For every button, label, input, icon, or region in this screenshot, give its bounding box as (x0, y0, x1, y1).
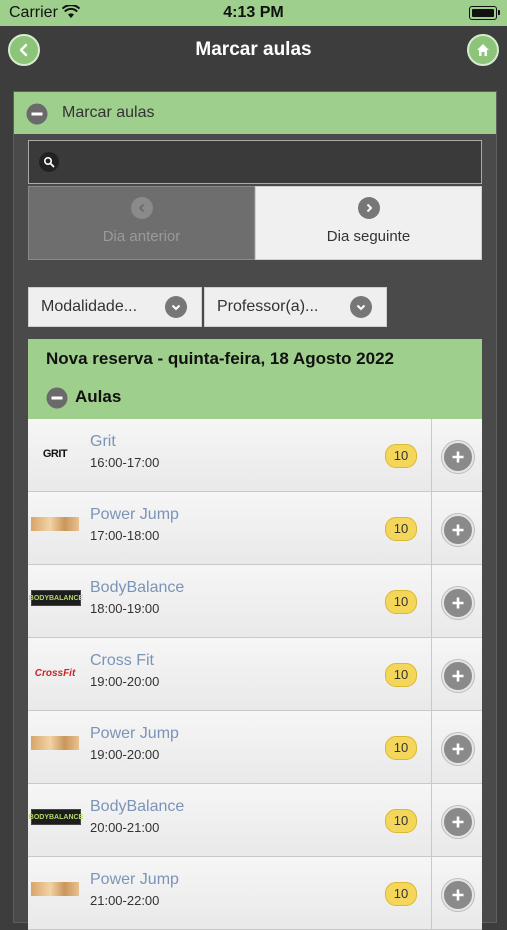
class-logo: BODYBALANCE (29, 590, 83, 606)
list-item[interactable]: Power Jump 17:00-18:00 10 (28, 492, 482, 565)
status-bar: Carrier 4:13 PM (0, 0, 507, 26)
class-logo (31, 517, 79, 531)
collapse-icon[interactable] (46, 387, 68, 414)
panel-header[interactable]: Marcar aulas (14, 92, 496, 134)
chevron-left-icon (130, 197, 153, 219)
add-class-button[interactable] (442, 587, 474, 619)
capacity-badge: 10 (385, 444, 417, 468)
class-logo (31, 882, 79, 896)
class-time: 19:00-20:00 (90, 674, 160, 689)
class-logo: GRIT (42, 448, 68, 460)
add-cell (431, 711, 482, 783)
class-time: 21:00-22:00 (90, 893, 160, 908)
class-name[interactable]: Power Jump (90, 871, 179, 889)
class-time: 16:00-17:00 (90, 455, 160, 470)
plus-icon (452, 816, 464, 828)
battery-icon (469, 6, 500, 20)
collapse-icon[interactable] (26, 103, 48, 130)
class-name[interactable]: Power Jump (90, 725, 179, 743)
list-item[interactable]: BODYBALANCE BodyBalance 20:00-21:00 10 (28, 784, 482, 857)
add-class-button[interactable] (442, 733, 474, 765)
add-cell (431, 565, 482, 637)
capacity-badge: 10 (385, 736, 417, 760)
plus-icon (452, 670, 464, 682)
booking-panel: Marcar aulas Dia anterior Dia seguinte M… (13, 91, 497, 930)
add-class-button[interactable] (442, 806, 474, 838)
nav-header: Marcar aulas (0, 26, 507, 76)
add-class-button[interactable] (442, 441, 474, 473)
class-time: 20:00-21:00 (90, 820, 160, 835)
class-time: 19:00-20:00 (90, 747, 160, 762)
add-cell (431, 492, 482, 564)
class-name[interactable]: BodyBalance (90, 798, 184, 816)
section-title: Aulas (75, 387, 122, 406)
plus-icon (452, 597, 464, 609)
add-cell (431, 784, 482, 856)
add-class-button[interactable] (442, 514, 474, 546)
class-time: 18:00-19:00 (90, 601, 160, 616)
class-logo: CrossFit (34, 667, 76, 679)
next-day-button[interactable]: Dia seguinte (255, 186, 482, 260)
professor-select[interactable]: Professor(a)... (204, 287, 387, 327)
list-item[interactable]: GRIT Grit 16:00-17:00 10 (28, 419, 482, 492)
modalidade-select[interactable]: Modalidade... (28, 287, 202, 327)
professor-label: Professor(a)... (217, 298, 319, 315)
modalidade-label: Modalidade... (41, 298, 138, 315)
plus-icon (452, 451, 464, 463)
add-cell (431, 857, 482, 929)
previous-day-label: Dia anterior (102, 228, 181, 245)
list-item[interactable]: Power Jump 19:00-20:00 10 (28, 711, 482, 784)
day-navigation: Dia anterior Dia seguinte (28, 186, 482, 260)
search-icon (39, 152, 59, 172)
class-logo (31, 736, 79, 750)
next-day-label: Dia seguinte (326, 228, 411, 245)
chevron-down-icon (350, 296, 372, 318)
list-item[interactable]: CrossFit Cross Fit 19:00-20:00 10 (28, 638, 482, 711)
plus-icon (452, 524, 464, 536)
add-class-button[interactable] (442, 660, 474, 692)
class-time: 17:00-18:00 (90, 528, 160, 543)
home-icon (477, 44, 489, 56)
filter-bar: Modalidade... Professor(a)... (28, 287, 387, 327)
list-item[interactable]: Power Jump 21:00-22:00 10 (28, 857, 482, 930)
class-name[interactable]: Grit (90, 433, 116, 451)
chevron-down-icon (165, 296, 187, 318)
add-cell (431, 419, 482, 491)
home-button[interactable] (467, 34, 499, 66)
class-name[interactable]: Power Jump (90, 506, 179, 524)
add-class-button[interactable] (442, 879, 474, 911)
add-cell (431, 638, 482, 710)
plus-icon (452, 743, 464, 755)
class-name[interactable]: Cross Fit (90, 652, 154, 670)
capacity-badge: 10 (385, 517, 417, 541)
booking-header: Nova reserva - quinta-feira, 18 Agosto 2… (28, 339, 482, 419)
panel-title: Marcar aulas (62, 104, 155, 121)
capacity-badge: 10 (385, 590, 417, 614)
clock: 4:13 PM (223, 4, 284, 21)
class-list: GRIT Grit 16:00-17:00 10 Power Jump 17:0… (28, 419, 482, 930)
capacity-badge: 10 (385, 663, 417, 687)
list-item[interactable]: BODYBALANCE BodyBalance 18:00-19:00 10 (28, 565, 482, 638)
chevron-right-icon (357, 197, 380, 219)
class-logo: BODYBALANCE (29, 809, 83, 825)
page-title: Marcar aulas (195, 39, 312, 60)
booking-title: Nova reserva - quinta-feira, 18 Agosto 2… (46, 349, 395, 368)
class-name[interactable]: BodyBalance (90, 579, 184, 597)
previous-day-button[interactable]: Dia anterior (28, 186, 255, 260)
capacity-badge: 10 (385, 882, 417, 906)
capacity-badge: 10 (385, 809, 417, 833)
search-input[interactable] (28, 140, 482, 184)
